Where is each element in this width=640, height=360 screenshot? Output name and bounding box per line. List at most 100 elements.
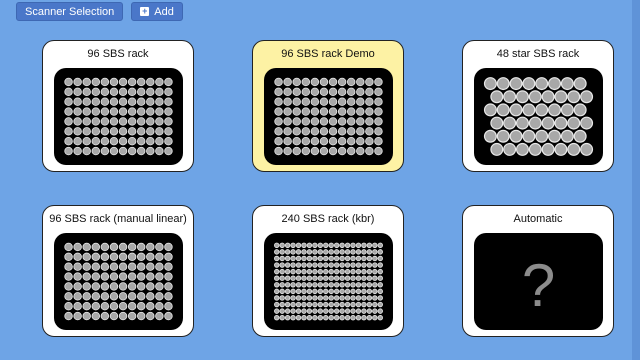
well [279, 249, 285, 255]
well [136, 292, 146, 301]
well [350, 242, 356, 248]
well [274, 77, 283, 87]
well [522, 129, 536, 143]
well [164, 282, 173, 291]
well [356, 136, 365, 146]
well [127, 301, 137, 311]
well [284, 275, 291, 281]
well [284, 288, 291, 295]
well [323, 301, 329, 308]
well [64, 87, 73, 97]
well [366, 255, 373, 262]
well [64, 77, 73, 87]
rack-card-240-sbs-kbr[interactable]: 240 SBS rack (kbr) [252, 205, 404, 337]
well [109, 311, 119, 321]
well [100, 127, 110, 136]
well [328, 117, 338, 126]
well [350, 315, 356, 321]
well [73, 87, 82, 97]
well [100, 146, 110, 156]
well [346, 77, 356, 87]
well [295, 262, 302, 268]
well [528, 142, 542, 156]
well [344, 295, 351, 301]
well [301, 268, 307, 275]
well [284, 268, 291, 275]
well [109, 242, 119, 252]
well [136, 242, 146, 252]
well [301, 127, 311, 136]
well [290, 288, 296, 295]
well [146, 107, 155, 116]
well [372, 308, 378, 314]
well [283, 136, 292, 146]
well [344, 308, 351, 314]
well [127, 127, 137, 136]
well [328, 295, 334, 301]
rack-card-label: 96 SBS rack Demo [281, 48, 375, 60]
well [283, 127, 292, 136]
rack-plate [474, 68, 603, 165]
rack-card-automatic[interactable]: Automatic ? [462, 205, 614, 337]
well [541, 142, 555, 156]
well [155, 87, 164, 97]
well [372, 242, 378, 248]
well [155, 127, 164, 136]
well [73, 127, 82, 136]
well [274, 308, 280, 314]
well [301, 308, 307, 314]
well [127, 292, 137, 301]
well [339, 268, 345, 275]
well [337, 146, 347, 156]
well [319, 127, 329, 136]
well [333, 288, 340, 295]
well [306, 262, 313, 268]
well [91, 301, 101, 311]
well [64, 262, 73, 271]
well [567, 116, 581, 130]
rack-card-48-star-sbs[interactable]: 48 star SBS rack [462, 40, 614, 172]
well [310, 77, 320, 87]
well [64, 242, 73, 252]
well [366, 315, 373, 321]
scanner-selection-button[interactable]: Scanner Selection [16, 2, 124, 21]
well [333, 315, 340, 321]
well [64, 97, 73, 106]
rack-card-96-sbs-demo[interactable]: 96 SBS rack Demo [252, 40, 404, 172]
rack-card-label: 96 SBS rack (manual linear) [49, 213, 187, 225]
well [274, 87, 283, 97]
well [136, 77, 146, 87]
well [328, 255, 334, 262]
well [346, 87, 356, 97]
well [274, 136, 283, 146]
well [279, 275, 285, 281]
well [82, 136, 91, 146]
well [317, 255, 324, 262]
well [155, 301, 164, 311]
well [64, 292, 73, 301]
well [312, 255, 318, 262]
well [496, 129, 510, 143]
well [284, 249, 291, 255]
well [333, 249, 340, 255]
well [317, 242, 324, 248]
well [328, 275, 334, 281]
well [560, 77, 574, 91]
well [366, 268, 373, 275]
well [274, 275, 280, 281]
rack-card-96-sbs[interactable]: 96 SBS rack [42, 40, 194, 172]
well [118, 107, 128, 116]
well [323, 249, 329, 255]
well [136, 252, 146, 262]
add-button[interactable]: + Add [131, 2, 183, 21]
well [573, 129, 587, 143]
well [355, 275, 362, 281]
rack-card-96-sbs-manual-linear[interactable]: 96 SBS rack (manual linear) [42, 205, 194, 337]
well [356, 146, 365, 156]
well-grid [64, 242, 173, 321]
well [64, 136, 73, 146]
rack-plate [264, 68, 393, 165]
scrollbar[interactable] [632, 0, 640, 360]
well [91, 87, 101, 97]
add-label: Add [154, 5, 174, 18]
